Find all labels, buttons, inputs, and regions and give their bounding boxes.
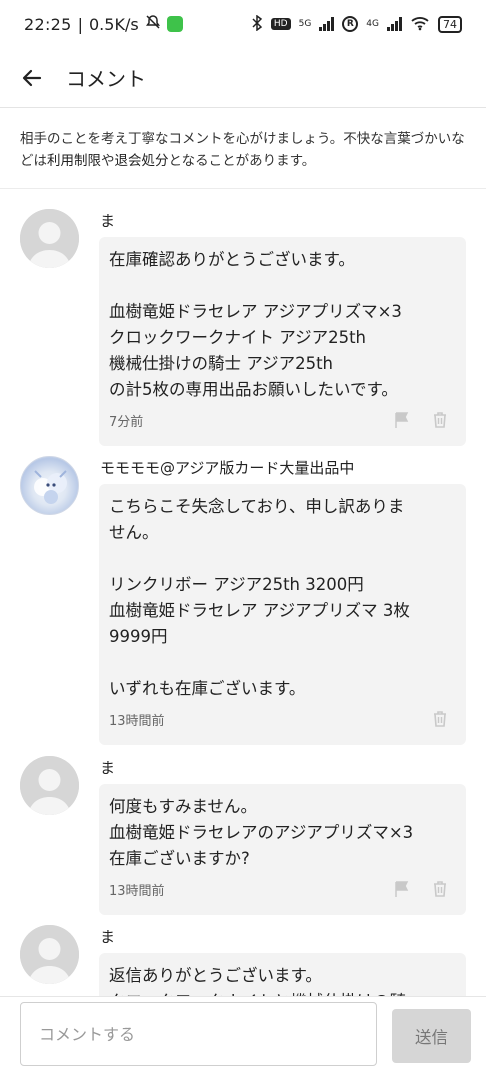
comment-text: 何度もすみません。 血樹竜姫ドラセレアのアジアプリズマ×3 在庫ございますか? [109, 797, 414, 868]
app-notification-icon [166, 16, 183, 32]
bluetooth-icon [251, 14, 263, 34]
comment-text: 在庫確認ありがとうございます。 血樹竜姫ドラセレア アジアプリズマ×3 クロック… [109, 250, 402, 399]
page-title: コメント [66, 67, 146, 91]
comment-text: こちらこそ失念しており、申し訳ありま せん。 リンクリボー アジア25th 32… [109, 497, 410, 698]
comment-list[interactable]: ま 在庫確認ありがとうございます。 血樹竜姫ドラセレア アジアプリズマ×3 クロ… [0, 190, 486, 996]
comment-bubble: こちらこそ失念しており、申し訳ありま せん。 リンクリボー アジア25th 32… [99, 484, 466, 745]
clock: 22:25 [24, 14, 72, 34]
comment-footer: 13時間前 [109, 872, 456, 906]
trash-icon[interactable] [432, 412, 448, 428]
status-bar: 22:25 | 0.5K/s HD 5G R 4G 74 [0, 0, 486, 48]
notice-emph-usage-restriction: 利用制限 [47, 153, 101, 169]
comment-guideline-notice: 相手のことを考え丁寧なコメントを心がけましょう。不快な言葉づかいなどは利用制限や… [0, 108, 486, 189]
default-user-icon [20, 756, 79, 815]
comment-time: 13時間前 [109, 713, 165, 729]
comment-footer: 13時間前 [109, 702, 456, 736]
hd-badge: HD [270, 18, 291, 30]
comment-text: 返信ありがとうございます。 クロックワークナイトと機械仕掛けの騎 [109, 966, 406, 996]
notice-text-post: となることがあります。 [168, 153, 316, 169]
network-4g-label: 4G [366, 19, 379, 29]
comment-bubble: 何度もすみません。 血樹竜姫ドラセレアのアジアプリズマ×3 在庫ございますか? … [99, 784, 466, 915]
avatar[interactable] [20, 456, 79, 515]
commenter-name[interactable]: ま [100, 926, 115, 947]
separator: | [77, 14, 83, 34]
commenter-name[interactable]: モモモモ@アジア版カード大量出品中 [100, 457, 354, 478]
comment-bubble: 在庫確認ありがとうございます。 血樹竜姫ドラセレア アジアプリズマ×3 クロック… [99, 237, 466, 446]
commenter-name[interactable]: ま [100, 210, 115, 231]
wifi-icon [410, 15, 430, 34]
comment-footer: 7分前 [109, 403, 456, 437]
avatar[interactable] [20, 925, 79, 984]
comment-input-bar: 送信 [0, 996, 486, 1080]
comment-time: 7分前 [109, 414, 144, 430]
notice-text-mid: や [101, 153, 115, 169]
shop-avatar-icon [34, 470, 67, 504]
comment-time: 13時間前 [109, 883, 165, 899]
comment-input[interactable] [20, 1002, 377, 1066]
network-speed: 0.5K/s [89, 14, 139, 34]
flag-icon[interactable] [394, 412, 410, 428]
arrow-left-icon[interactable] [18, 64, 46, 92]
signal-5g-icon [319, 17, 335, 31]
trash-icon[interactable] [432, 711, 448, 727]
avatar[interactable] [20, 756, 79, 815]
flag-icon[interactable] [394, 881, 410, 897]
signal-4g-icon [387, 17, 402, 31]
send-button[interactable]: 送信 [392, 1009, 471, 1063]
avatar[interactable] [20, 209, 79, 268]
mute-icon [145, 14, 161, 34]
network-5g-label: 5G [298, 19, 312, 29]
trash-icon[interactable] [432, 881, 448, 897]
commenter-name[interactable]: ま [100, 757, 115, 778]
app-header: コメント [0, 48, 486, 108]
roaming-icon: R [342, 16, 359, 32]
default-user-icon [20, 925, 79, 984]
notice-emph-account-deletion: 退会処分 [114, 153, 169, 169]
battery-indicator: 74 [438, 15, 462, 33]
default-user-icon [20, 209, 79, 268]
comment-bubble: 返信ありがとうございます。 クロックワークナイトと機械仕掛けの騎 [99, 953, 466, 996]
